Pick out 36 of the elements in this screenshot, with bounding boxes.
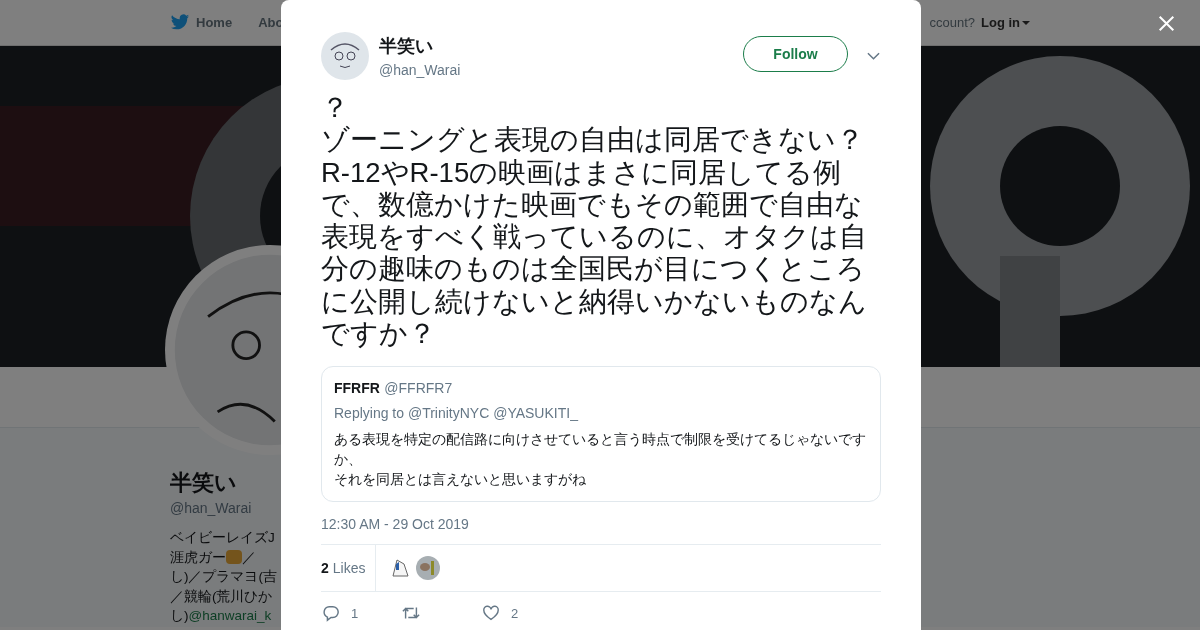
quoted-author-handle: @FFRFR7 (384, 380, 453, 397)
bio-text: ／競輪(荒川ひか (170, 587, 273, 606)
action-count: 2 (511, 605, 519, 621)
bio-text: し)／プラマヨ(吉 (170, 568, 277, 586)
profile-handle: @han_Warai (170, 500, 252, 516)
author-name: 半笑い (379, 35, 434, 58)
avatar-icon[interactable] (416, 556, 441, 581)
nav-link[interactable]: Home (196, 15, 233, 30)
quoted-text: ある表現を特定の配信路に向けさせていると言う時点で制限を受けてるじゃないですか、 (334, 430, 867, 470)
reply-icon[interactable] (321, 604, 341, 623)
caret-icon (1022, 20, 1030, 25)
timestamp: 12:30 AM - 29 Oct 2019 (321, 516, 470, 533)
replying-to: Replying to @TrinityNYC @YASUKITI_ (334, 405, 580, 422)
avatar-icon (321, 32, 369, 80)
likes-count: 2 (321, 560, 329, 577)
login-link[interactable]: Log in (981, 15, 1020, 30)
close-icon[interactable] (1158, 15, 1175, 32)
tweet-text: R-12やR-15の映画はまさに同居してる例で、数億かけた映画でもその範囲で自由な表現をすべく戦っているのに、オタクは自分の趣味のものは全国民が目につくところに公開し続けないと納得いかないものなんですか？ (321, 156, 868, 351)
follow-button[interactable]: Follow (743, 36, 848, 72)
chevron-icon[interactable] (867, 52, 880, 60)
quoted-author-name: FFRFR (334, 380, 380, 397)
tweet-text: ゾーニングと表現の自由は同居できない？ (321, 124, 865, 157)
quoted-tweet[interactable]: FFRFR @FFRFR7 Replying to @TrinityNYC @YASUKITI_ ある表現を特定の配信路に向けさせていると言う時点で制限を受けてるじゃないですか、 それを同居とは言えないと思いますがね (321, 366, 881, 503)
account-prompt: ccount? (929, 15, 975, 30)
bio-text: ベイビーレイズJ (170, 529, 275, 547)
author-handle: @han_Warai (379, 62, 462, 78)
tweet-text: ？ (321, 92, 350, 125)
profile-name: 半笑い (170, 469, 237, 497)
bio-text: ／ (242, 548, 256, 567)
quoted-text: それを同居とは言えないと思いますがね (334, 470, 587, 490)
bio-text: し) (170, 607, 189, 625)
action-count: 1 (351, 605, 359, 621)
heart-icon[interactable] (481, 604, 501, 623)
bio-text: 涯虎ガー (170, 548, 226, 567)
likes-label: Likes (332, 560, 366, 577)
mention-link[interactable]: @hanwarai_k (188, 606, 272, 626)
